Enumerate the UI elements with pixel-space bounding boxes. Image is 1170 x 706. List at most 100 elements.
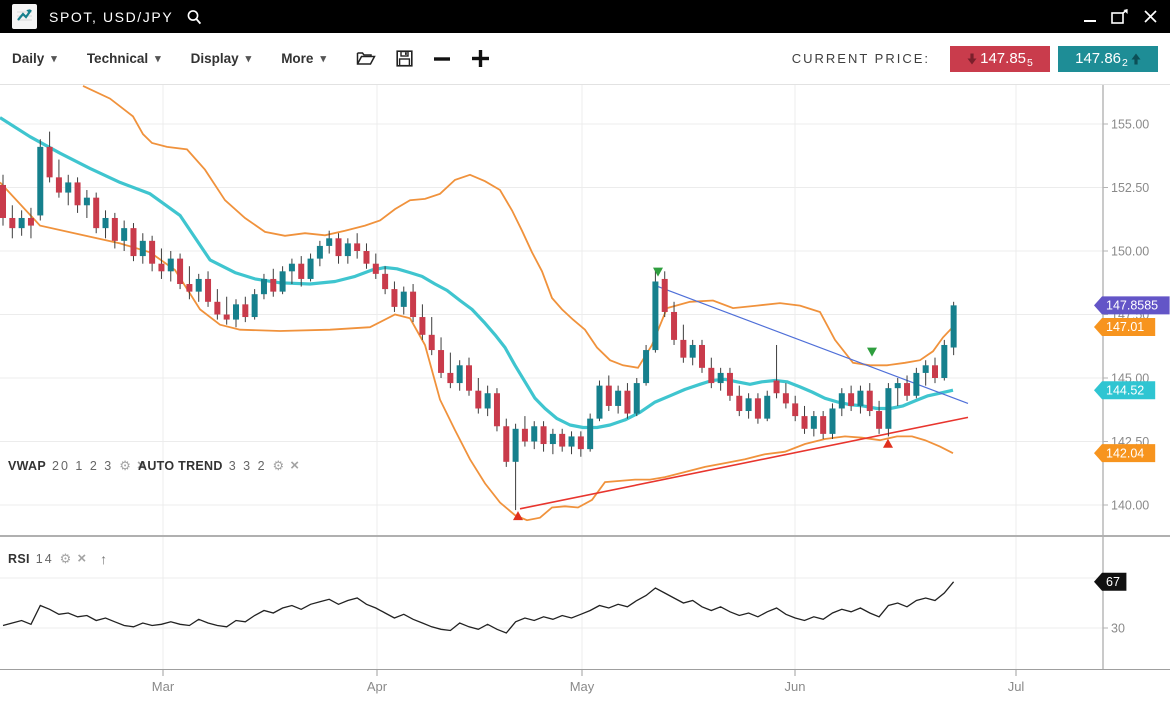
- open-folder-icon: [356, 50, 376, 67]
- candle: [913, 368, 919, 398]
- main-chart-panel: 155.00152.50150.00147.50145.00142.50140.…: [0, 85, 1170, 537]
- zoom-out-button[interactable]: [433, 50, 451, 68]
- candle: [475, 378, 481, 414]
- bid-price-pip: 5: [1027, 57, 1033, 72]
- candle: [736, 386, 742, 416]
- ask-price-value: 147.86: [1075, 50, 1121, 67]
- ask-price-button[interactable]: 147.862: [1058, 46, 1158, 72]
- candle: [746, 393, 752, 418]
- candle: [9, 205, 15, 238]
- candle: [84, 190, 90, 218]
- current-price-label: CURRENT PRICE:: [792, 51, 930, 66]
- vwap-name: VWAP: [8, 459, 46, 473]
- search-icon[interactable]: [185, 8, 203, 26]
- candle-body-up: [121, 228, 127, 241]
- menu-more-label: More: [281, 51, 313, 66]
- bid-price-value: 147.85: [980, 50, 1026, 67]
- trend-line-resistance[interactable]: [658, 287, 968, 404]
- candle-body-down: [158, 264, 164, 272]
- price-tag-label: 147.8585: [1106, 299, 1158, 313]
- candle: [755, 393, 761, 423]
- rsi-chart-canvas: 3067: [0, 537, 1170, 669]
- candle: [19, 210, 25, 235]
- close-button[interactable]: [1143, 9, 1158, 24]
- gear-icon[interactable]: ⚙: [273, 459, 285, 472]
- candle-body-up: [839, 393, 845, 408]
- candle-body-up: [634, 383, 640, 413]
- candle-body-down: [242, 304, 248, 317]
- autotrend-name: AUTO TREND: [138, 459, 223, 473]
- menu-technical[interactable]: Technical ▾: [87, 51, 161, 66]
- candle-body-up: [531, 426, 537, 441]
- remove-indicator-icon[interactable]: ×: [290, 458, 299, 473]
- candle: [485, 386, 491, 416]
- candle-body-up: [84, 198, 90, 206]
- candle-body-down: [783, 393, 789, 403]
- candle: [727, 368, 733, 401]
- candle: [848, 386, 854, 411]
- candle: [447, 353, 453, 389]
- candle: [671, 302, 677, 345]
- candle-body-down: [792, 403, 798, 416]
- price-tag-label: 144.52: [1106, 383, 1144, 397]
- menu-daily[interactable]: Daily ▾: [12, 51, 57, 66]
- candle: [354, 233, 360, 258]
- candle: [93, 193, 99, 234]
- candle: [270, 269, 276, 297]
- candle-body-down: [363, 251, 369, 264]
- save-button[interactable]: [396, 50, 413, 67]
- candle-body-down: [28, 218, 34, 226]
- menu-more[interactable]: More ▾: [281, 51, 326, 66]
- month-label: Mar: [152, 679, 175, 694]
- candle: [662, 271, 668, 317]
- candle: [242, 297, 248, 322]
- chevron-down-icon: ▾: [320, 52, 326, 65]
- menu-display-label: Display: [191, 51, 239, 66]
- candle-body-up: [280, 271, 286, 291]
- candle-body-up: [913, 373, 919, 396]
- candle: [569, 431, 575, 454]
- open-folder-button[interactable]: [356, 50, 376, 67]
- popout-button[interactable]: [1111, 9, 1129, 25]
- candle-body-down: [559, 434, 565, 447]
- candle-body-down: [93, 198, 99, 228]
- candle-body-down: [410, 292, 416, 317]
- save-icon: [396, 50, 413, 67]
- remove-indicator-icon[interactable]: ×: [77, 551, 86, 566]
- candle-body-down: [112, 218, 118, 241]
- candle: [205, 271, 211, 307]
- bid-price-button[interactable]: 147.855: [950, 46, 1050, 72]
- zoom-in-button[interactable]: [471, 49, 490, 68]
- candle: [308, 254, 314, 282]
- candle-body-down: [624, 391, 630, 414]
- candle: [103, 210, 109, 238]
- candle-body-down: [130, 228, 136, 256]
- candle: [606, 375, 612, 411]
- rsi-params: 14: [36, 552, 54, 566]
- candle: [550, 429, 556, 454]
- gear-icon[interactable]: ⚙: [119, 459, 131, 472]
- candle: [47, 132, 53, 183]
- signal-marker-up-triangle: [883, 439, 893, 448]
- minimize-button[interactable]: [1083, 10, 1097, 24]
- candle: [596, 381, 602, 422]
- candle: [857, 386, 863, 414]
- candle-body-up: [485, 393, 491, 408]
- candle: [158, 248, 164, 278]
- candle: [923, 360, 929, 385]
- candle: [177, 254, 183, 290]
- menu-display[interactable]: Display ▾: [191, 51, 252, 66]
- current-price-group: CURRENT PRICE: 147.855 147.862: [792, 46, 1158, 72]
- candle-body-up: [261, 279, 267, 294]
- window-controls: [1083, 9, 1158, 25]
- candle: [391, 281, 397, 311]
- candle-body-down: [0, 185, 6, 218]
- arrow-down-icon: [967, 53, 977, 65]
- move-panel-up-icon[interactable]: ↑: [100, 552, 107, 566]
- candle: [941, 340, 947, 381]
- window-titlebar: SPOT, USD/JPY: [0, 0, 1170, 33]
- candle: [37, 139, 43, 220]
- candle-body-up: [587, 419, 593, 449]
- gear-icon[interactable]: ⚙: [60, 552, 72, 565]
- candle: [932, 358, 938, 383]
